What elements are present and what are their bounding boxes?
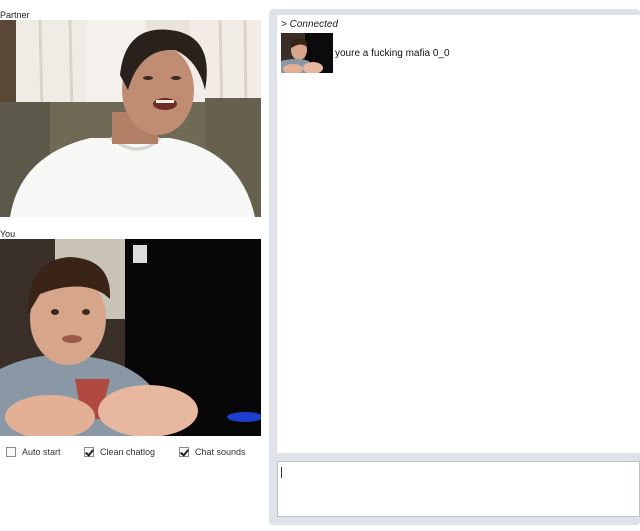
message-avatar-image	[281, 33, 333, 73]
auto-start-label: Auto start	[22, 447, 61, 457]
clean-chatlog-label: Clean chatlog	[100, 447, 156, 457]
chat-sounds-checkbox[interactable]	[179, 447, 189, 457]
chat-panel: > Connected youre a fucking mafia 0_0	[269, 9, 640, 525]
partner-video	[0, 20, 261, 217]
text-caret	[281, 467, 282, 478]
options-bar: Auto start Clean chatlog Chat sounds	[6, 444, 264, 462]
chat-log[interactable]: > Connected youre a fucking mafia 0_0	[277, 15, 640, 453]
chat-message: youre a fucking mafia 0_0	[335, 48, 450, 59]
clean-chatlog-checkbox[interactable]	[84, 447, 94, 457]
you-video	[0, 239, 261, 436]
partner-video-frame	[0, 20, 261, 217]
you-label: You	[0, 229, 16, 239]
connection-status: > Connected	[281, 19, 338, 30]
auto-start-checkbox[interactable]	[6, 447, 16, 457]
video-panel: Partner You Auto start Clean chatlog Cha…	[0, 0, 264, 531]
chat-sounds-option[interactable]: Chat sounds	[179, 444, 246, 460]
chat-input[interactable]	[277, 461, 640, 517]
partner-label: Partner	[0, 10, 30, 20]
clean-chatlog-option[interactable]: Clean chatlog	[84, 444, 155, 460]
auto-start-option[interactable]: Auto start	[6, 444, 61, 460]
you-video-frame	[0, 239, 261, 436]
message-avatar	[281, 33, 333, 73]
chat-sounds-label: Chat sounds	[195, 447, 246, 457]
